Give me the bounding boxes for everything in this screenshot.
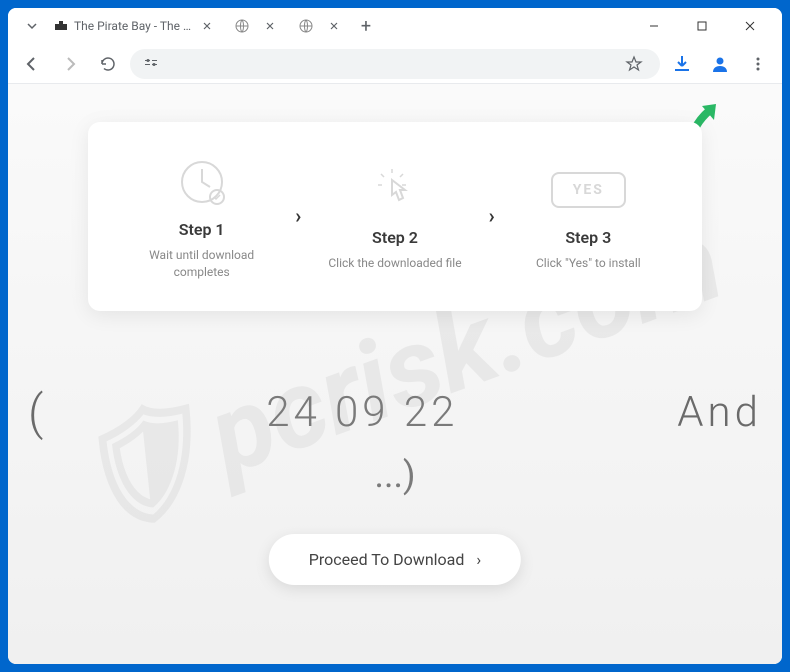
arrow-right-icon: [61, 55, 79, 73]
tab-1[interactable]: The Pirate Bay - The gala...: [44, 11, 224, 41]
star-icon: [625, 55, 643, 73]
profile-icon: [710, 54, 730, 74]
page-content: 🛡pcrisk.com Step 1 Wait until download c…: [8, 84, 782, 664]
globe-icon: [298, 18, 314, 34]
arrow-left-icon: [23, 55, 41, 73]
download-icon: [672, 54, 692, 74]
step-title: Step 2: [372, 228, 418, 247]
browser-window: The Pirate Bay - The gala...: [8, 8, 782, 664]
reload-button[interactable]: [92, 48, 124, 80]
maximize-button[interactable]: [682, 11, 722, 41]
step-title: Step 1: [179, 220, 225, 239]
new-tab-button[interactable]: +: [352, 12, 380, 40]
kebab-icon: [750, 56, 766, 72]
minimize-button[interactable]: [634, 11, 674, 41]
step-desc: Wait until download completes: [132, 247, 272, 281]
site-settings-icon[interactable]: [142, 55, 160, 73]
proceed-download-button[interactable]: Proceed To Download ›: [269, 534, 521, 585]
tab-2[interactable]: [224, 11, 288, 41]
forward-button[interactable]: [54, 48, 86, 80]
reload-icon: [99, 55, 117, 73]
profile-button[interactable]: [704, 48, 736, 80]
date-text: 24 09 22: [266, 388, 458, 437]
address-bar[interactable]: [130, 49, 660, 79]
chevron-right-icon: ›: [476, 550, 481, 569]
close-icon[interactable]: [326, 18, 342, 34]
button-label: Proceed To Download: [309, 550, 465, 569]
close-icon[interactable]: [262, 18, 278, 34]
tab-title: The Pirate Bay - The gala...: [74, 19, 194, 33]
step-3: YES Step 3 Click "Yes" to install: [495, 160, 682, 272]
ship-icon: [54, 18, 68, 34]
maximize-icon: [697, 21, 707, 31]
toolbar: [8, 44, 782, 84]
minimize-icon: [649, 21, 659, 31]
steps-card: Step 1 Wait until download completes › S…: [88, 122, 702, 311]
tab-search-button[interactable]: [20, 14, 44, 38]
downloads-button[interactable]: [666, 48, 698, 80]
text-right: And: [677, 388, 762, 437]
step-desc: Click the downloaded file: [328, 255, 461, 272]
click-icon: [365, 160, 425, 220]
titlebar: The Pirate Bay - The gala...: [8, 8, 782, 44]
tab-strip: The Pirate Bay - The gala...: [12, 11, 634, 41]
tab-3-active[interactable]: [288, 11, 352, 41]
step-title: Step 3: [565, 228, 611, 247]
background-text: ( 24 09 22 And: [8, 384, 782, 441]
window-controls: [634, 11, 778, 41]
chevron-down-icon: [26, 20, 38, 32]
clock-icon: [172, 152, 232, 212]
paren-left: (: [28, 384, 47, 441]
step-2: Step 2 Click the downloaded file: [301, 160, 488, 272]
menu-button[interactable]: [742, 48, 774, 80]
yes-box-icon: YES: [558, 160, 618, 220]
bookmark-button[interactable]: [620, 50, 648, 78]
close-icon: [745, 21, 755, 31]
back-button[interactable]: [16, 48, 48, 80]
step-desc: Click "Yes" to install: [536, 255, 641, 272]
step-1: Step 1 Wait until download completes: [108, 152, 295, 281]
close-icon[interactable]: [200, 18, 214, 34]
close-button[interactable]: [730, 11, 770, 41]
dots-text: ...): [8, 454, 782, 496]
globe-icon: [234, 18, 250, 34]
